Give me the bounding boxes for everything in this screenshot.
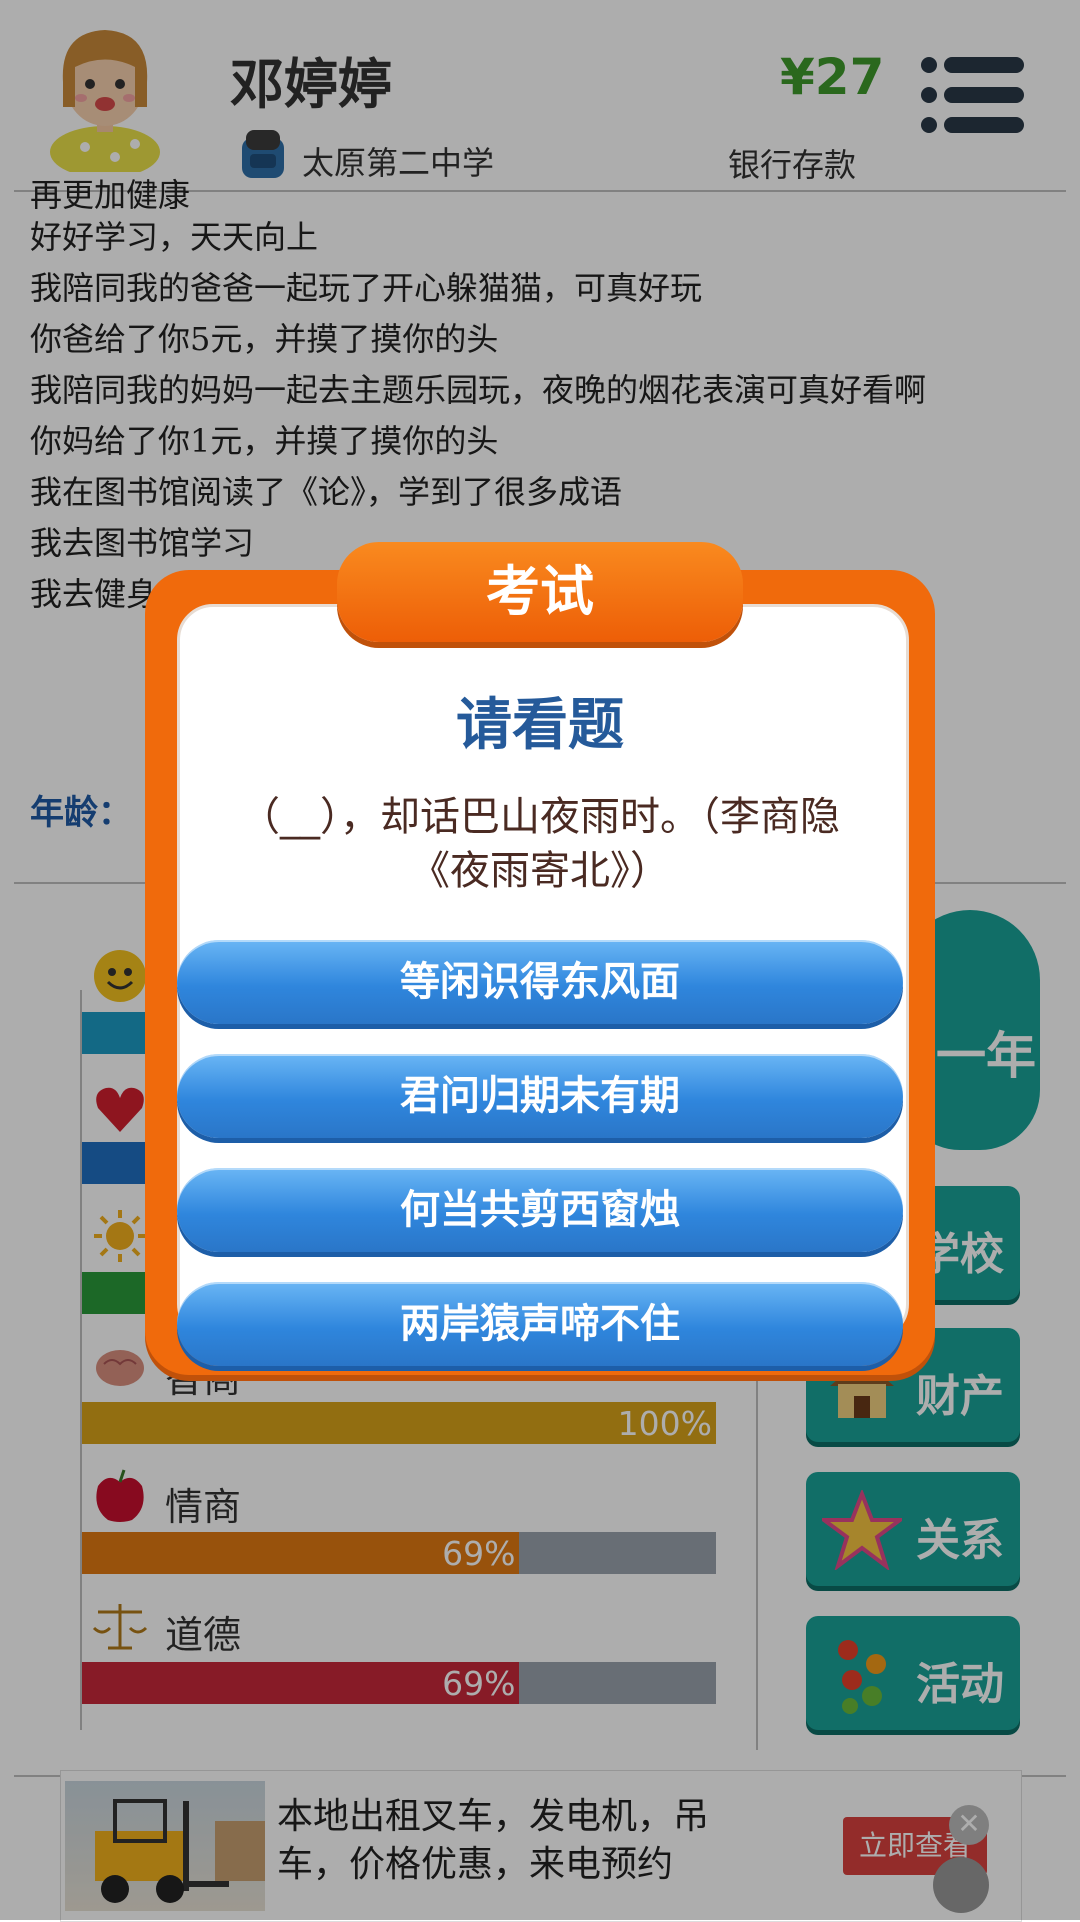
answer-option-3[interactable]: 何当共剪西窗烛 — [177, 1168, 903, 1252]
question-text: （__），却话巴山夜雨时。（李商隐《夜雨寄北》） — [240, 794, 840, 894]
answer-option-4[interactable]: 两岸猿声啼不住 — [177, 1282, 903, 1366]
question-heading: 请看题 — [456, 693, 624, 758]
exam-dialog: 考试 请看题 （__），却话巴山夜雨时。（李商隐《夜雨寄北》） 等闲识得东风面 … — [145, 542, 935, 1375]
answer-option-2[interactable]: 君问归期未有期 — [177, 1054, 903, 1138]
answer-option-1[interactable]: 等闲识得东风面 — [177, 940, 903, 1024]
exam-dialog-title: 考试 — [337, 542, 743, 642]
app-root: 邓婷婷 太原第二中学 ¥27 银行存款 再更加健康 好好学习，天天向上 我陪同我… — [0, 0, 1080, 1922]
